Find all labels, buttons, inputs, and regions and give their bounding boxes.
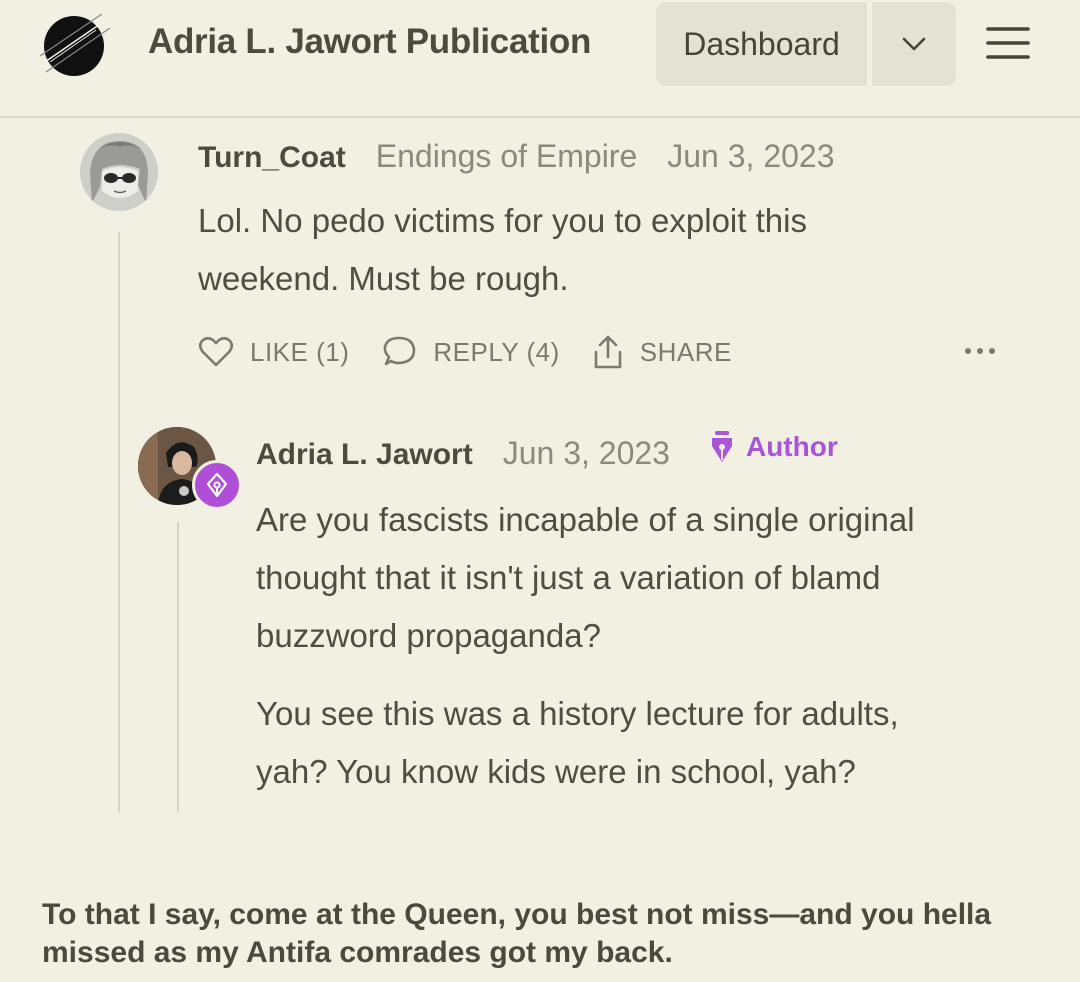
reply-body-paragraph-1: Are you fascists incapable of a single o… <box>256 491 915 665</box>
reply-username[interactable]: Adria L. Jawort <box>256 438 473 472</box>
comment-meta: Turn_Coat Endings of Empire Jun 3, 2023 <box>198 138 835 175</box>
hamburger-menu-icon <box>986 27 1030 59</box>
thread-line <box>118 232 120 812</box>
comment-line: weekend. Must be rough. <box>198 260 569 297</box>
share-button[interactable]: SHARE <box>592 334 732 370</box>
comment-body: Lol. No pedo victims for you to exploit … <box>198 192 807 308</box>
more-options-button[interactable] <box>962 340 998 362</box>
author-badge <box>192 460 242 510</box>
commenter-avatar[interactable] <box>80 133 158 211</box>
reply-line: You see this was a history lecture for a… <box>256 695 899 732</box>
comment-date[interactable]: Jun 3, 2023 <box>667 138 834 175</box>
caption-line: To that I say, come at the Queen, you be… <box>42 898 992 931</box>
reply-button[interactable]: REPLY (4) <box>381 335 559 369</box>
pen-nib-icon <box>206 472 228 498</box>
reply-line: buzzword propaganda? <box>256 617 601 654</box>
share-label: SHARE <box>639 336 732 367</box>
pen-nib-icon <box>711 431 732 462</box>
reply-body-paragraph-2: You see this was a history lecture for a… <box>256 685 899 801</box>
dashboard-button[interactable]: Dashboard <box>656 2 867 86</box>
reply-thread-line <box>177 522 179 812</box>
like-label: LIKE (1) <box>250 336 350 367</box>
heart-icon <box>198 336 234 367</box>
speech-bubble-icon <box>383 336 416 366</box>
author-tag-label: Author <box>745 431 838 462</box>
reply-line: Are you fascists incapable of a single o… <box>256 501 915 538</box>
publication-logo[interactable] <box>36 12 112 78</box>
like-button[interactable]: LIKE (1) <box>198 336 349 368</box>
reply-label: REPLY (4) <box>433 336 560 367</box>
caption-text: To that I say, come at the Queen, you be… <box>42 896 1052 972</box>
author-tag: Author <box>710 430 838 464</box>
top-nav: Adria L. Jawort Publication Dashboard <box>0 0 1080 118</box>
reply-meta: Adria L. Jawort Jun 3, 2023 Author <box>256 430 838 472</box>
more-dots-icon <box>965 348 995 354</box>
anime-avatar <box>80 133 158 211</box>
reply-line: yah? You know kids were in school, yah? <box>256 753 856 790</box>
comment-line: Lol. No pedo victims for you to exploit … <box>198 202 807 239</box>
comment-username[interactable]: Turn_Coat <box>198 141 346 175</box>
comment-actions: LIKE (1) REPLY (4) SHARE <box>198 330 764 374</box>
commenter-publication[interactable]: Endings of Empire <box>376 138 637 175</box>
reply-line: thought that it isn't just a variation o… <box>256 559 881 596</box>
reply-date[interactable]: Jun 3, 2023 <box>503 435 670 472</box>
chevron-down-icon <box>902 37 926 51</box>
share-arrow-icon <box>594 335 622 369</box>
menu-button[interactable] <box>984 22 1032 64</box>
dashboard-dropdown-button[interactable] <box>872 2 956 86</box>
page: Adria L. Jawort Publication Dashboard Tu… <box>0 0 1080 982</box>
caption-line: missed as my Antifa comrades got my back… <box>42 936 673 969</box>
publication-title[interactable]: Adria L. Jawort Publication <box>148 22 591 62</box>
